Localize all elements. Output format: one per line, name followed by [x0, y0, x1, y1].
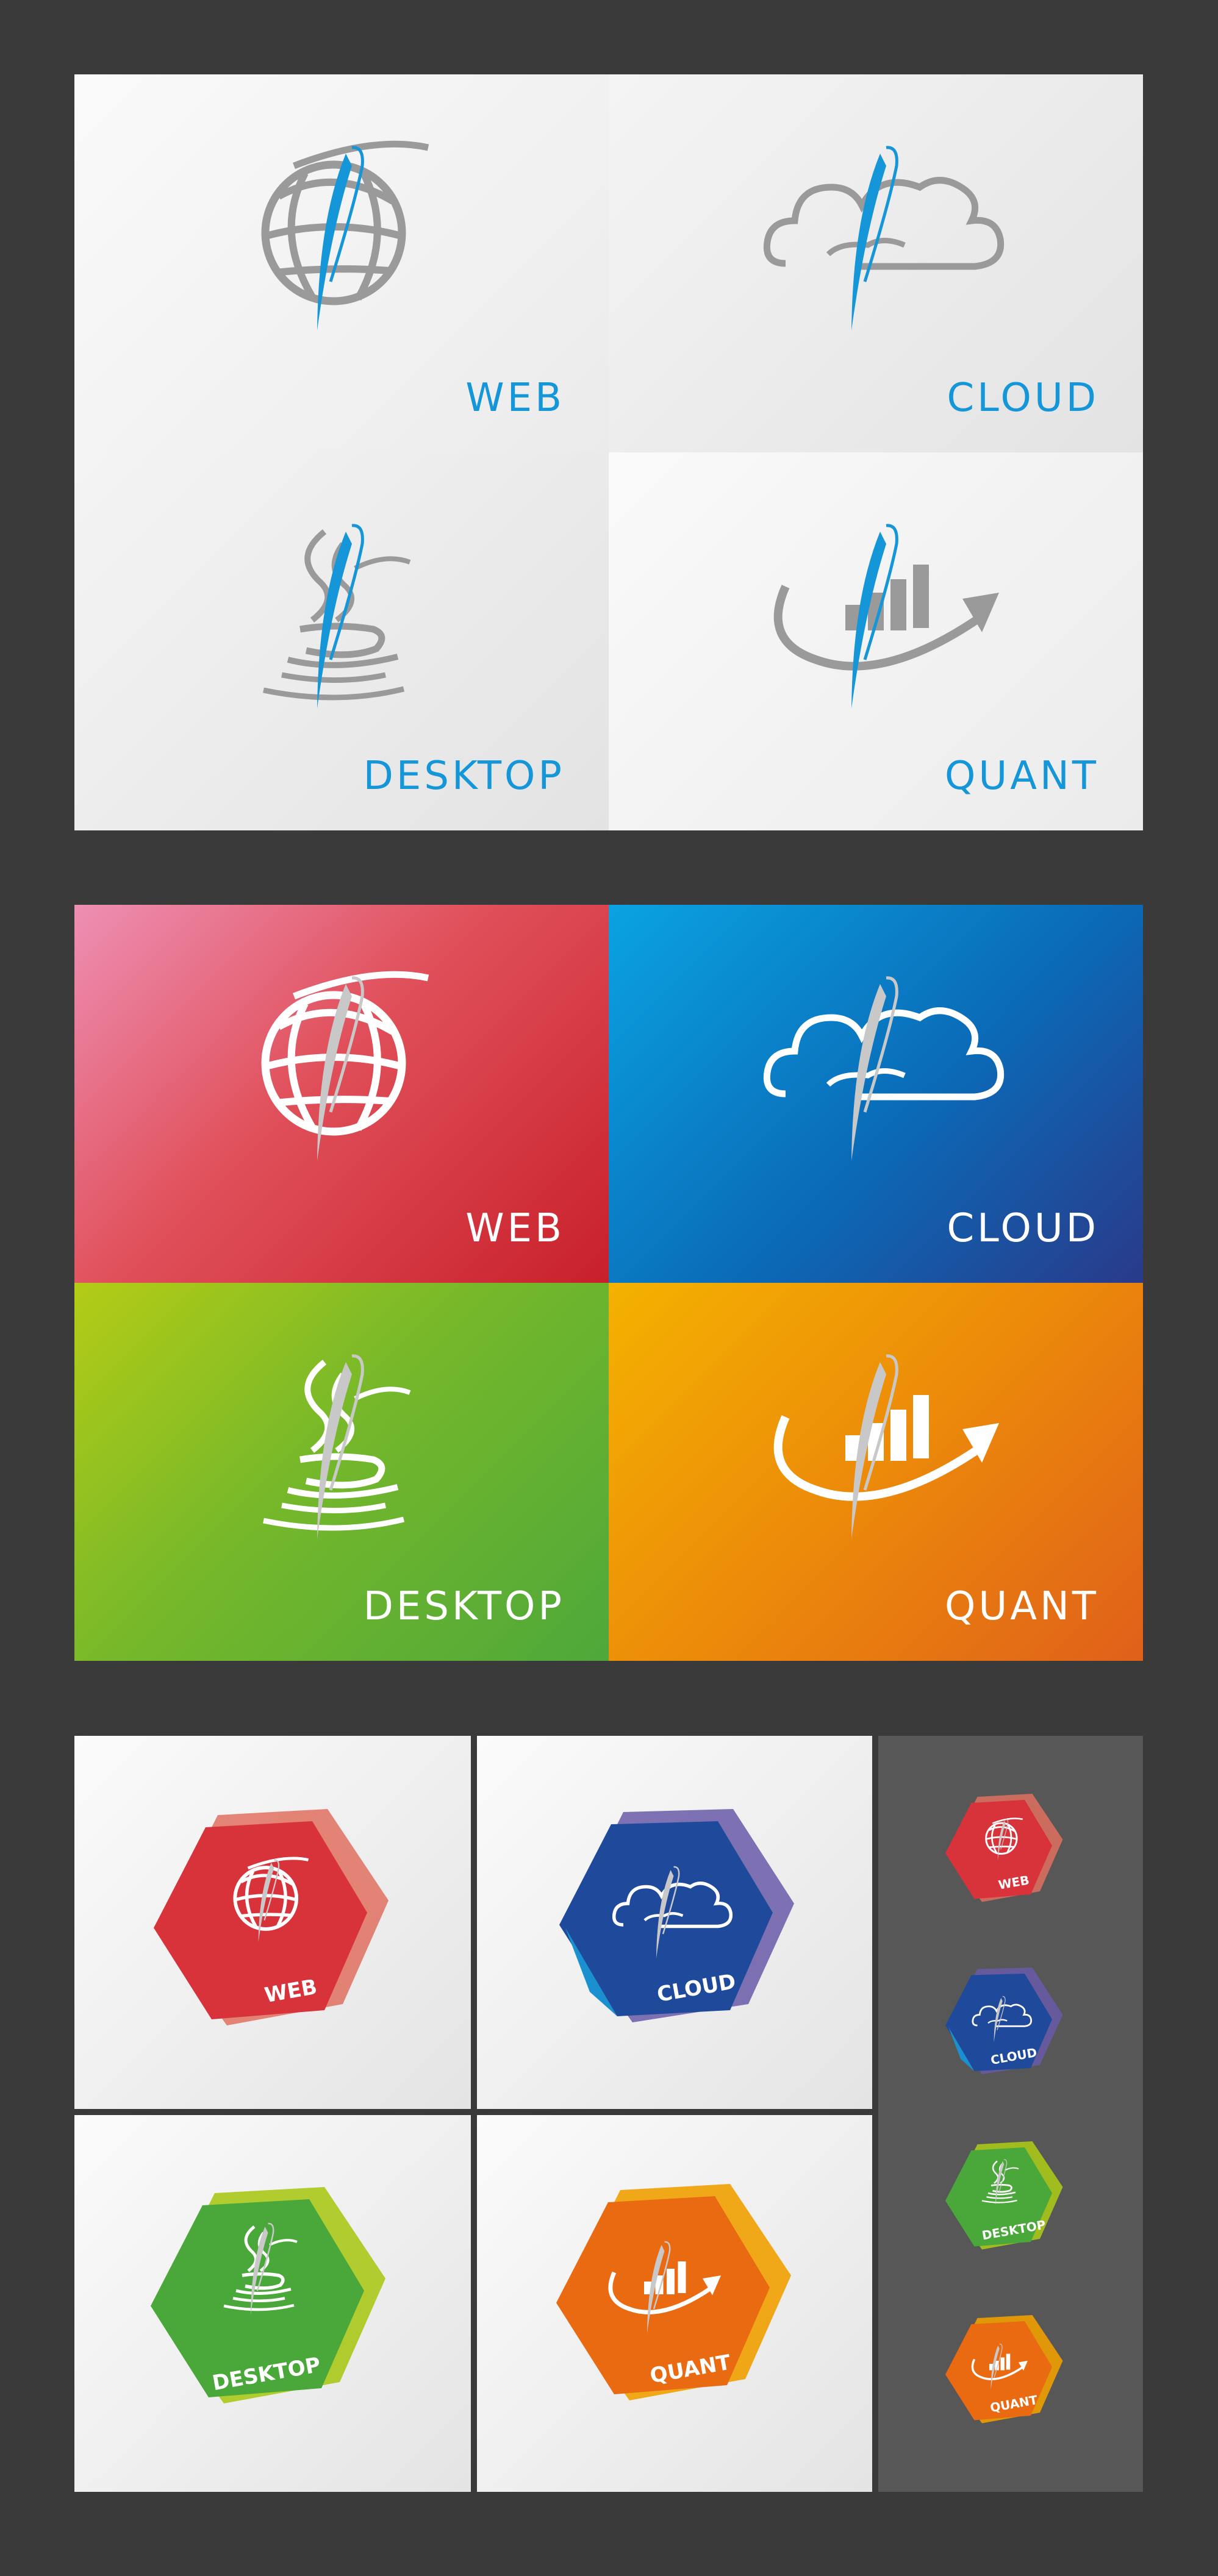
hex-badge-cloud: CLOUD	[559, 1809, 794, 2022]
tile-label-desktop: DESKTOP	[363, 754, 565, 799]
tile-quant-color: QUANT	[609, 1283, 1143, 1661]
growth-chart-icon	[761, 1338, 1005, 1557]
tile-desktop-color: DESKTOP	[74, 1283, 609, 1661]
tile-label-web: WEB	[465, 1206, 565, 1251]
tile-label-web: WEB	[465, 376, 565, 421]
tile-web-light: WEB	[74, 74, 609, 452]
tile-label-cloud: CLOUD	[947, 1206, 1099, 1251]
small-hex-desktop: DESKTOP	[945, 2141, 1063, 2250]
color-logo-panel: WEB CLOUD DESKTOP QUANT	[74, 905, 1143, 1661]
web-globe-icon	[227, 129, 471, 349]
small-hex-web: WEB	[945, 1794, 1063, 1902]
hex-badge-panel: WEB CLOUD DESKTOP QUANT WEB CLOUD DESKTO…	[74, 1736, 1143, 2492]
light-logo-panel: WEB CLOUD DESKTOP QUANT	[74, 74, 1143, 830]
tile-web-color: WEB	[74, 905, 609, 1283]
tile-cloud-light: CLOUD	[609, 74, 1143, 452]
web-globe-icon	[227, 960, 471, 1179]
tile-cloud-color: CLOUD	[609, 905, 1143, 1283]
tile-label-cloud: CLOUD	[947, 376, 1099, 421]
tile-desktop-light: DESKTOP	[74, 452, 609, 830]
coffee-cup-icon	[227, 507, 471, 727]
hex-badge-desktop: DESKTOP	[151, 2187, 385, 2403]
small-hex-quant: QUANT	[945, 2315, 1063, 2424]
small-hex-cloud: CLOUD	[945, 1968, 1063, 2074]
cloud-icon	[761, 129, 1005, 349]
tile-label-desktop: DESKTOP	[363, 1584, 565, 1629]
tile-label-quant: QUANT	[945, 754, 1099, 799]
cloud-icon	[761, 960, 1005, 1179]
coffee-cup-icon	[227, 1338, 471, 1557]
growth-chart-icon	[761, 507, 1005, 727]
tile-label-quant: QUANT	[945, 1584, 1099, 1629]
hex-badge-web: WEB	[154, 1809, 389, 2025]
small-badge-panel: WEB CLOUD DESKTOP QUANT	[878, 1736, 1143, 2492]
hex-badge-quant: QUANT	[556, 2184, 791, 2400]
tile-quant-light: QUANT	[609, 452, 1143, 830]
